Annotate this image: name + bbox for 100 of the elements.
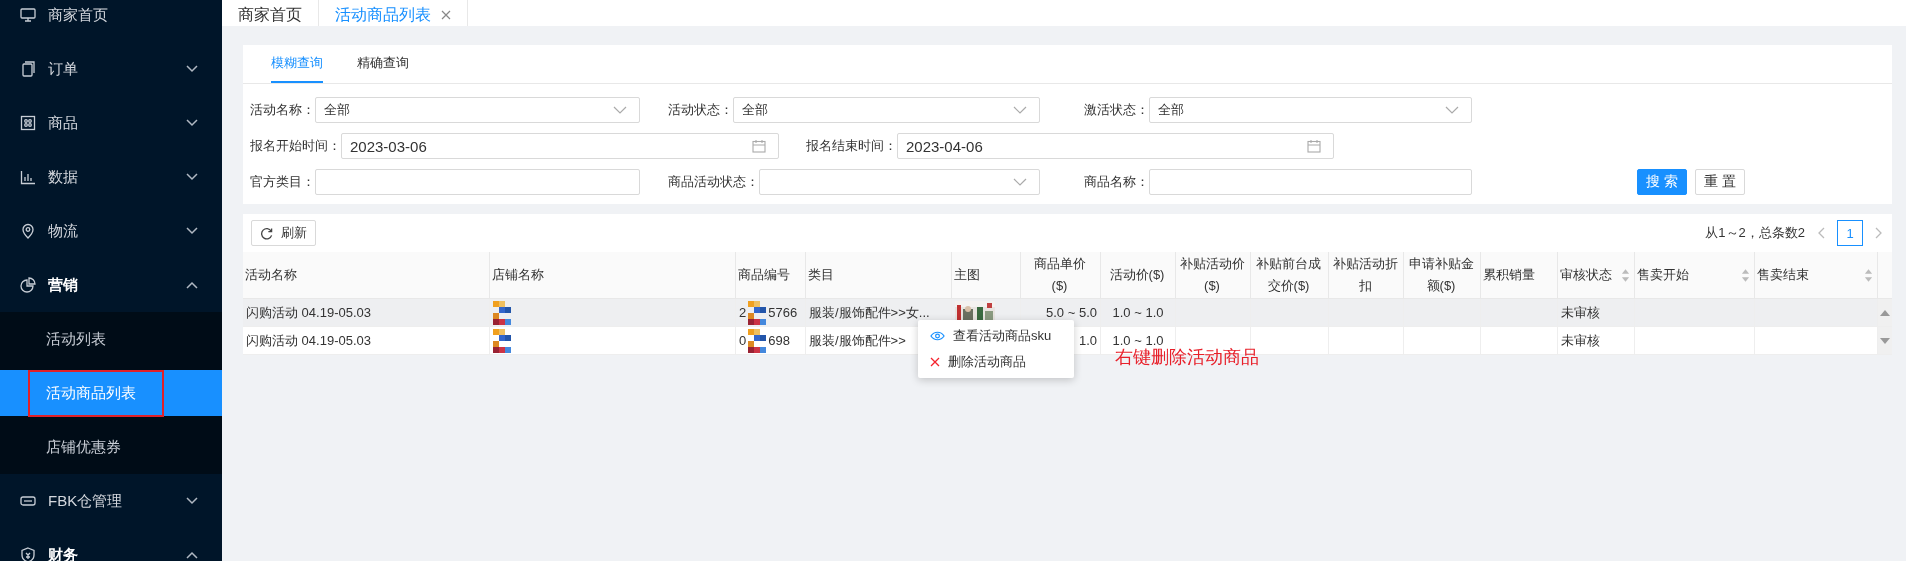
column-header: 审核状态 bbox=[1560, 266, 1612, 284]
pixel-mosaic bbox=[493, 300, 511, 325]
field-label: 报名开始时间： bbox=[250, 137, 341, 155]
select-field[interactable]: 全部 bbox=[733, 97, 1040, 123]
menu-label: 商品 bbox=[48, 113, 79, 133]
sort-icon[interactable] bbox=[1864, 267, 1873, 283]
menu-item[interactable]: 商品 bbox=[0, 96, 222, 150]
code-fragment: 2 bbox=[739, 305, 747, 320]
close-icon bbox=[930, 357, 940, 367]
card-icon bbox=[20, 493, 36, 509]
field-label: 活动名称： bbox=[250, 101, 315, 119]
menu-label: 物流 bbox=[48, 221, 79, 241]
menu-label: FBK仓管理 bbox=[48, 491, 124, 511]
select-field[interactable] bbox=[759, 169, 1040, 195]
date-field[interactable]: 2023-04-06 bbox=[897, 133, 1334, 159]
shield-icon bbox=[20, 547, 36, 561]
refresh-icon bbox=[260, 226, 273, 240]
table-cell: 服装/服饰配件>> bbox=[809, 331, 906, 350]
chevron-icon bbox=[186, 119, 198, 127]
chevron-icon bbox=[186, 497, 198, 505]
field-label: 活动状态： bbox=[668, 101, 733, 119]
refresh-button[interactable]: 刷新 bbox=[251, 220, 316, 246]
column-header: 补贴前台成 交价($) bbox=[1256, 255, 1321, 295]
chevron-icon bbox=[186, 65, 198, 73]
select-field[interactable]: 全部 bbox=[315, 97, 640, 123]
table-cell: 闪购活动 04.19-05.03 bbox=[246, 331, 371, 350]
sort-icon[interactable] bbox=[1741, 267, 1750, 283]
column-header: 累积销量 bbox=[1483, 266, 1535, 284]
column-header: 补贴活动价 ($) bbox=[1179, 255, 1245, 295]
document-icon bbox=[20, 61, 36, 77]
field-label: 商品活动状态： bbox=[668, 173, 759, 191]
eye-icon bbox=[930, 331, 945, 341]
pixel-mosaic bbox=[493, 328, 511, 353]
pie-chart-icon bbox=[20, 277, 36, 293]
date-field[interactable]: 2023-03-06 bbox=[341, 133, 779, 159]
calendar-icon bbox=[1307, 139, 1321, 153]
next-page-icon[interactable] bbox=[1875, 227, 1883, 239]
chevron-icon bbox=[186, 227, 198, 235]
sort-icon[interactable] bbox=[1621, 267, 1630, 283]
menu-label: 财务 bbox=[48, 545, 79, 561]
chevron-icon bbox=[186, 173, 198, 181]
input-field[interactable] bbox=[1149, 169, 1472, 195]
chevron-icon bbox=[613, 106, 627, 114]
input-field[interactable] bbox=[315, 169, 640, 195]
menu-item[interactable]: 订单 bbox=[0, 42, 222, 96]
chevron-icon bbox=[186, 551, 198, 559]
submenu-item[interactable]: 活动列表 bbox=[0, 312, 222, 366]
chevron-icon bbox=[186, 281, 198, 289]
field-label: 激活状态： bbox=[1084, 101, 1149, 119]
menu-item[interactable]: 物流 bbox=[0, 204, 222, 258]
table-cell: 1.0 bbox=[1078, 333, 1097, 348]
chevron-icon bbox=[1013, 178, 1027, 186]
field-label: 报名结束时间： bbox=[806, 137, 897, 155]
column-header: 主图 bbox=[954, 266, 980, 284]
field-label: 官方类目： bbox=[250, 173, 315, 191]
chevron-icon bbox=[1445, 106, 1459, 114]
table-cell: 1.0 ~ 1.0 bbox=[1112, 333, 1164, 348]
code-fragment: 5766 bbox=[768, 305, 798, 320]
previous-page-icon[interactable] bbox=[1817, 227, 1825, 239]
menu-item[interactable]: 财务 bbox=[0, 528, 222, 561]
table-row[interactable]: 闪购活动 04.19-05.03 2 5766 服装/服饰配件>>女... 5.0 ~ 5.0 1.0 ~ 1.0 未审核 bbox=[243, 299, 1892, 327]
table-cell: 未审核 bbox=[1561, 303, 1600, 322]
close-icon[interactable] bbox=[441, 10, 451, 20]
column-header: 售卖结束 bbox=[1757, 266, 1809, 284]
grid-icon bbox=[20, 115, 36, 131]
menu-item[interactable]: 商家首页 bbox=[0, 0, 222, 42]
table-cell: 服装/服饰配件>>女... bbox=[809, 303, 930, 322]
reset-button[interactable]: 重 置 bbox=[1694, 169, 1745, 195]
page-tab[interactable]: 商家首页 bbox=[222, 0, 319, 26]
menu-item[interactable]: FBK仓管理 bbox=[0, 474, 222, 528]
column-header: 补贴活动折 扣 bbox=[1332, 255, 1398, 295]
table-cell: 5.0 ~ 5.0 bbox=[1046, 305, 1097, 320]
menu-item[interactable]: 营销 bbox=[0, 258, 222, 312]
chevron-icon bbox=[1013, 106, 1027, 114]
page-summary: 从1～2，总条数2 bbox=[1705, 224, 1805, 242]
table-cell: 未审核 bbox=[1561, 331, 1600, 350]
column-header: 售卖开始 bbox=[1637, 266, 1689, 284]
select-field[interactable]: 全部 bbox=[1149, 97, 1472, 123]
pixel-mosaic bbox=[748, 328, 767, 353]
table-cell: 闪购活动 04.19-05.03 bbox=[246, 303, 371, 322]
menu-label: 订单 bbox=[48, 59, 79, 79]
column-header: 商品单价 ($) bbox=[1033, 255, 1086, 295]
column-header: 商品编号 bbox=[738, 266, 790, 284]
table-cell: 1.0 ~ 1.0 bbox=[1112, 305, 1164, 320]
column-header: 活动名称 bbox=[245, 266, 297, 284]
menu-label: 营销 bbox=[48, 275, 79, 295]
column-header: 申请补贴金 额($) bbox=[1408, 255, 1474, 295]
menu-item[interactable]: 数据 bbox=[0, 150, 222, 204]
submenu-item[interactable]: 店铺优惠券 bbox=[0, 420, 222, 474]
calendar-icon bbox=[752, 139, 766, 153]
bar-chart-icon bbox=[20, 169, 36, 185]
menu-label: 商家首页 bbox=[48, 5, 109, 25]
location-pin-icon bbox=[20, 223, 36, 239]
field-label: 商品名称： bbox=[1084, 173, 1149, 191]
pixel-mosaic bbox=[748, 300, 767, 325]
scroll-down-icon[interactable] bbox=[1880, 337, 1890, 344]
query-tab[interactable]: 精确查询 bbox=[357, 45, 409, 83]
menu-label: 数据 bbox=[48, 167, 79, 187]
scroll-up-icon[interactable] bbox=[1880, 309, 1890, 316]
monitor-icon bbox=[20, 7, 36, 23]
